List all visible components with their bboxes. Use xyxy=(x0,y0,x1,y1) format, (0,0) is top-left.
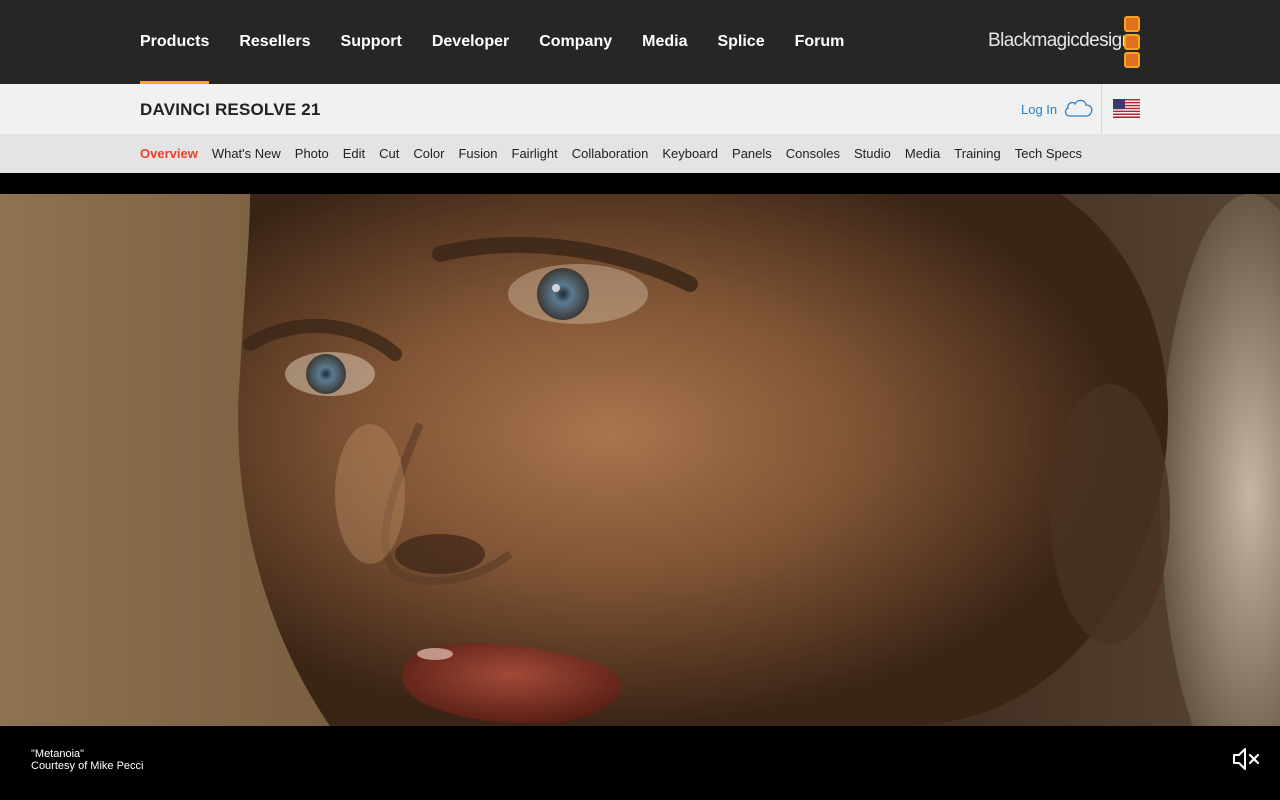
cloud-icon xyxy=(1063,97,1094,122)
subnav-overview[interactable]: Overview xyxy=(140,146,198,161)
credit-author: Courtesy of Mike Pecci xyxy=(31,760,144,772)
subnav-photo[interactable]: Photo xyxy=(295,146,329,161)
top-navigation: Products Resellers Support Developer Com… xyxy=(0,0,1280,84)
divider xyxy=(1101,84,1102,134)
nav-item-support[interactable]: Support xyxy=(341,0,402,84)
product-bar: DAVINCI RESOLVE 21 Log In xyxy=(0,84,1280,134)
subnav-media[interactable]: Media xyxy=(905,146,940,161)
video-credit: "Metanoia" Courtesy of Mike Pecci xyxy=(31,748,143,772)
logo-wordmark: Blackmagicdesign xyxy=(988,30,1132,51)
subnav-keyboard[interactable]: Keyboard xyxy=(662,146,718,161)
nav-item-splice[interactable]: Splice xyxy=(717,0,764,84)
subnav-color[interactable]: Color xyxy=(413,146,444,161)
logo-square-icon xyxy=(1124,16,1140,32)
subnav-training[interactable]: Training xyxy=(954,146,1000,161)
subnav-links: Overview What's New Photo Edit Cut Color… xyxy=(140,134,1096,173)
subnav-panels[interactable]: Panels xyxy=(732,146,772,161)
nav-item-forum[interactable]: Forum xyxy=(795,0,845,84)
product-subnav: Overview What's New Photo Edit Cut Color… xyxy=(0,134,1280,173)
hero-video-frame xyxy=(0,194,1280,726)
main-menu: Products Resellers Support Developer Com… xyxy=(140,0,874,84)
nav-item-products[interactable]: Products xyxy=(140,0,210,84)
subnav-edit[interactable]: Edit xyxy=(343,146,365,161)
logo-square-icon xyxy=(1124,34,1140,50)
subnav-consoles[interactable]: Consoles xyxy=(786,146,840,161)
nav-item-company[interactable]: Company xyxy=(539,0,612,84)
login-link[interactable]: Log In xyxy=(1021,96,1094,122)
nav-item-developer[interactable]: Developer xyxy=(432,0,509,84)
blackmagic-logo[interactable]: Blackmagicdesign xyxy=(988,16,1140,68)
subnav-fairlight[interactable]: Fairlight xyxy=(512,146,558,161)
nav-item-resellers[interactable]: Resellers xyxy=(239,0,310,84)
product-title: DAVINCI RESOLVE 21 xyxy=(140,100,321,119)
us-flag-icon[interactable] xyxy=(1113,99,1140,118)
credit-title: "Metanoia" xyxy=(31,748,85,760)
subnav-collaboration[interactable]: Collaboration xyxy=(572,146,649,161)
subnav-studio[interactable]: Studio xyxy=(854,146,891,161)
subnav-whats-new[interactable]: What's New xyxy=(212,146,281,161)
speaker-muted-icon[interactable] xyxy=(1232,746,1260,772)
login-label: Log In xyxy=(1021,101,1058,117)
subnav-tech-specs[interactable]: Tech Specs xyxy=(1015,146,1082,161)
nav-item-media[interactable]: Media xyxy=(642,0,687,84)
logo-square-icon xyxy=(1124,52,1140,68)
hero-video[interactable] xyxy=(0,173,1280,800)
subnav-fusion[interactable]: Fusion xyxy=(458,146,497,161)
subnav-cut[interactable]: Cut xyxy=(379,146,399,161)
